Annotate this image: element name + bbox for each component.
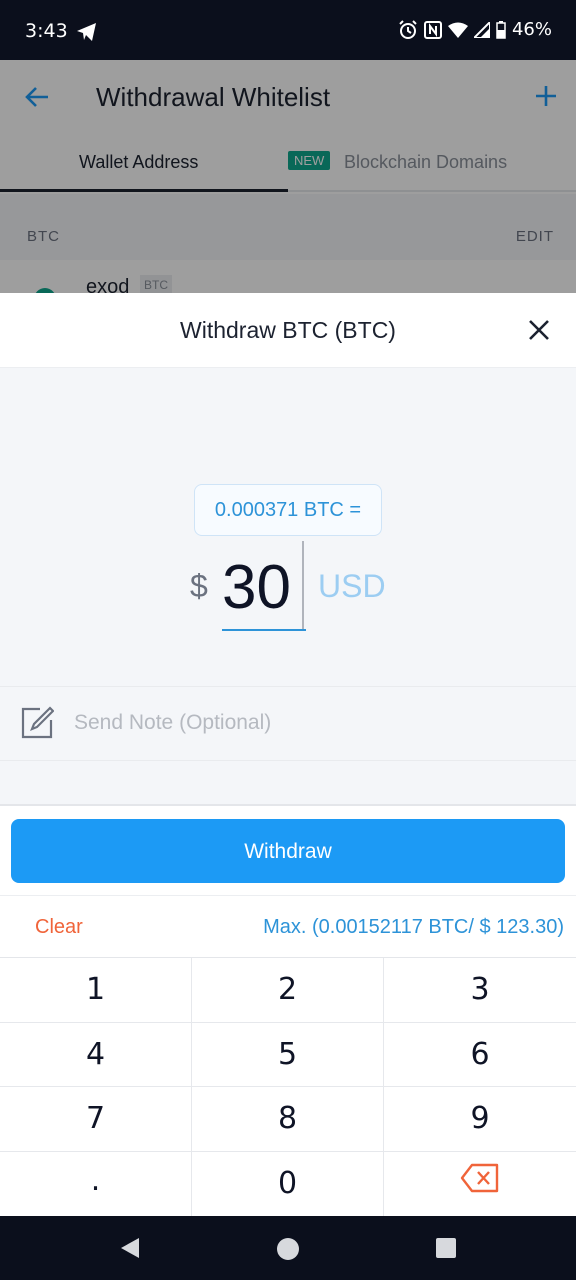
key-3[interactable]: 3 [384, 958, 576, 1023]
currency-symbol: $ [190, 568, 208, 604]
backspace-icon [460, 1152, 500, 1216]
key-7[interactable]: 7 [0, 1087, 192, 1152]
unit-label: USD [318, 568, 386, 604]
battery-percentage: 46% [511, 19, 552, 40]
withdraw-button[interactable]: Withdraw [11, 819, 565, 883]
sheet-header: Withdraw BTC (BTC) [0, 293, 576, 368]
key-6[interactable]: 6 [384, 1023, 576, 1087]
sheet-title: Withdraw BTC (BTC) [180, 317, 396, 343]
close-icon[interactable] [528, 319, 550, 346]
telegram-icon [76, 22, 98, 47]
status-icons: 46% [398, 19, 552, 40]
amount-value[interactable]: 30 [222, 552, 291, 623]
nav-recents-icon[interactable] [436, 1238, 456, 1263]
amount-options: Clear Max. (0.00152117 BTC/ $ 123.30) [0, 895, 576, 958]
backspace-key[interactable] [384, 1152, 576, 1217]
text-caret [302, 541, 304, 631]
key-8[interactable]: 8 [192, 1087, 384, 1152]
modal-backdrop[interactable] [0, 60, 576, 293]
nav-back-icon[interactable] [119, 1237, 141, 1264]
amount-area: 0.000371 BTC = $ 30 USD [0, 368, 576, 686]
wifi-icon [447, 22, 468, 38]
alarm-icon [398, 19, 418, 40]
key-1[interactable]: 1 [0, 958, 192, 1023]
withdraw-sheet: Withdraw BTC (BTC) 0.000371 BTC = $ 30 U… [0, 293, 576, 1216]
divider [0, 761, 576, 806]
nav-home-icon[interactable] [276, 1237, 300, 1266]
conversion-toggle[interactable]: 0.000371 BTC = [194, 484, 382, 536]
max-button[interactable]: Max. (0.00152117 BTC/ $ 123.30) [263, 916, 564, 939]
edit-note-icon [20, 706, 55, 745]
signal-icon [473, 21, 490, 38]
amount-underline [222, 629, 306, 631]
status-bar: 3:43 46% [0, 0, 576, 60]
key-9[interactable]: 9 [384, 1087, 576, 1152]
key-5[interactable]: 5 [192, 1022, 384, 1087]
key-0[interactable]: 0 [192, 1151, 384, 1216]
send-note-input[interactable] [74, 703, 534, 743]
key-2[interactable]: 2 [192, 958, 384, 1023]
note-row[interactable] [0, 686, 576, 761]
nfc-icon [423, 20, 442, 39]
key-decimal[interactable]: . [0, 1151, 192, 1216]
battery-icon [496, 20, 506, 39]
navigation-bar [0, 1216, 576, 1280]
keypad: 1 2 3 4 5 6 7 8 9 . 0 [0, 958, 576, 1216]
status-time: 3:43 [25, 20, 68, 42]
clear-button[interactable]: Clear [35, 916, 83, 939]
key-4[interactable]: 4 [0, 1022, 192, 1087]
